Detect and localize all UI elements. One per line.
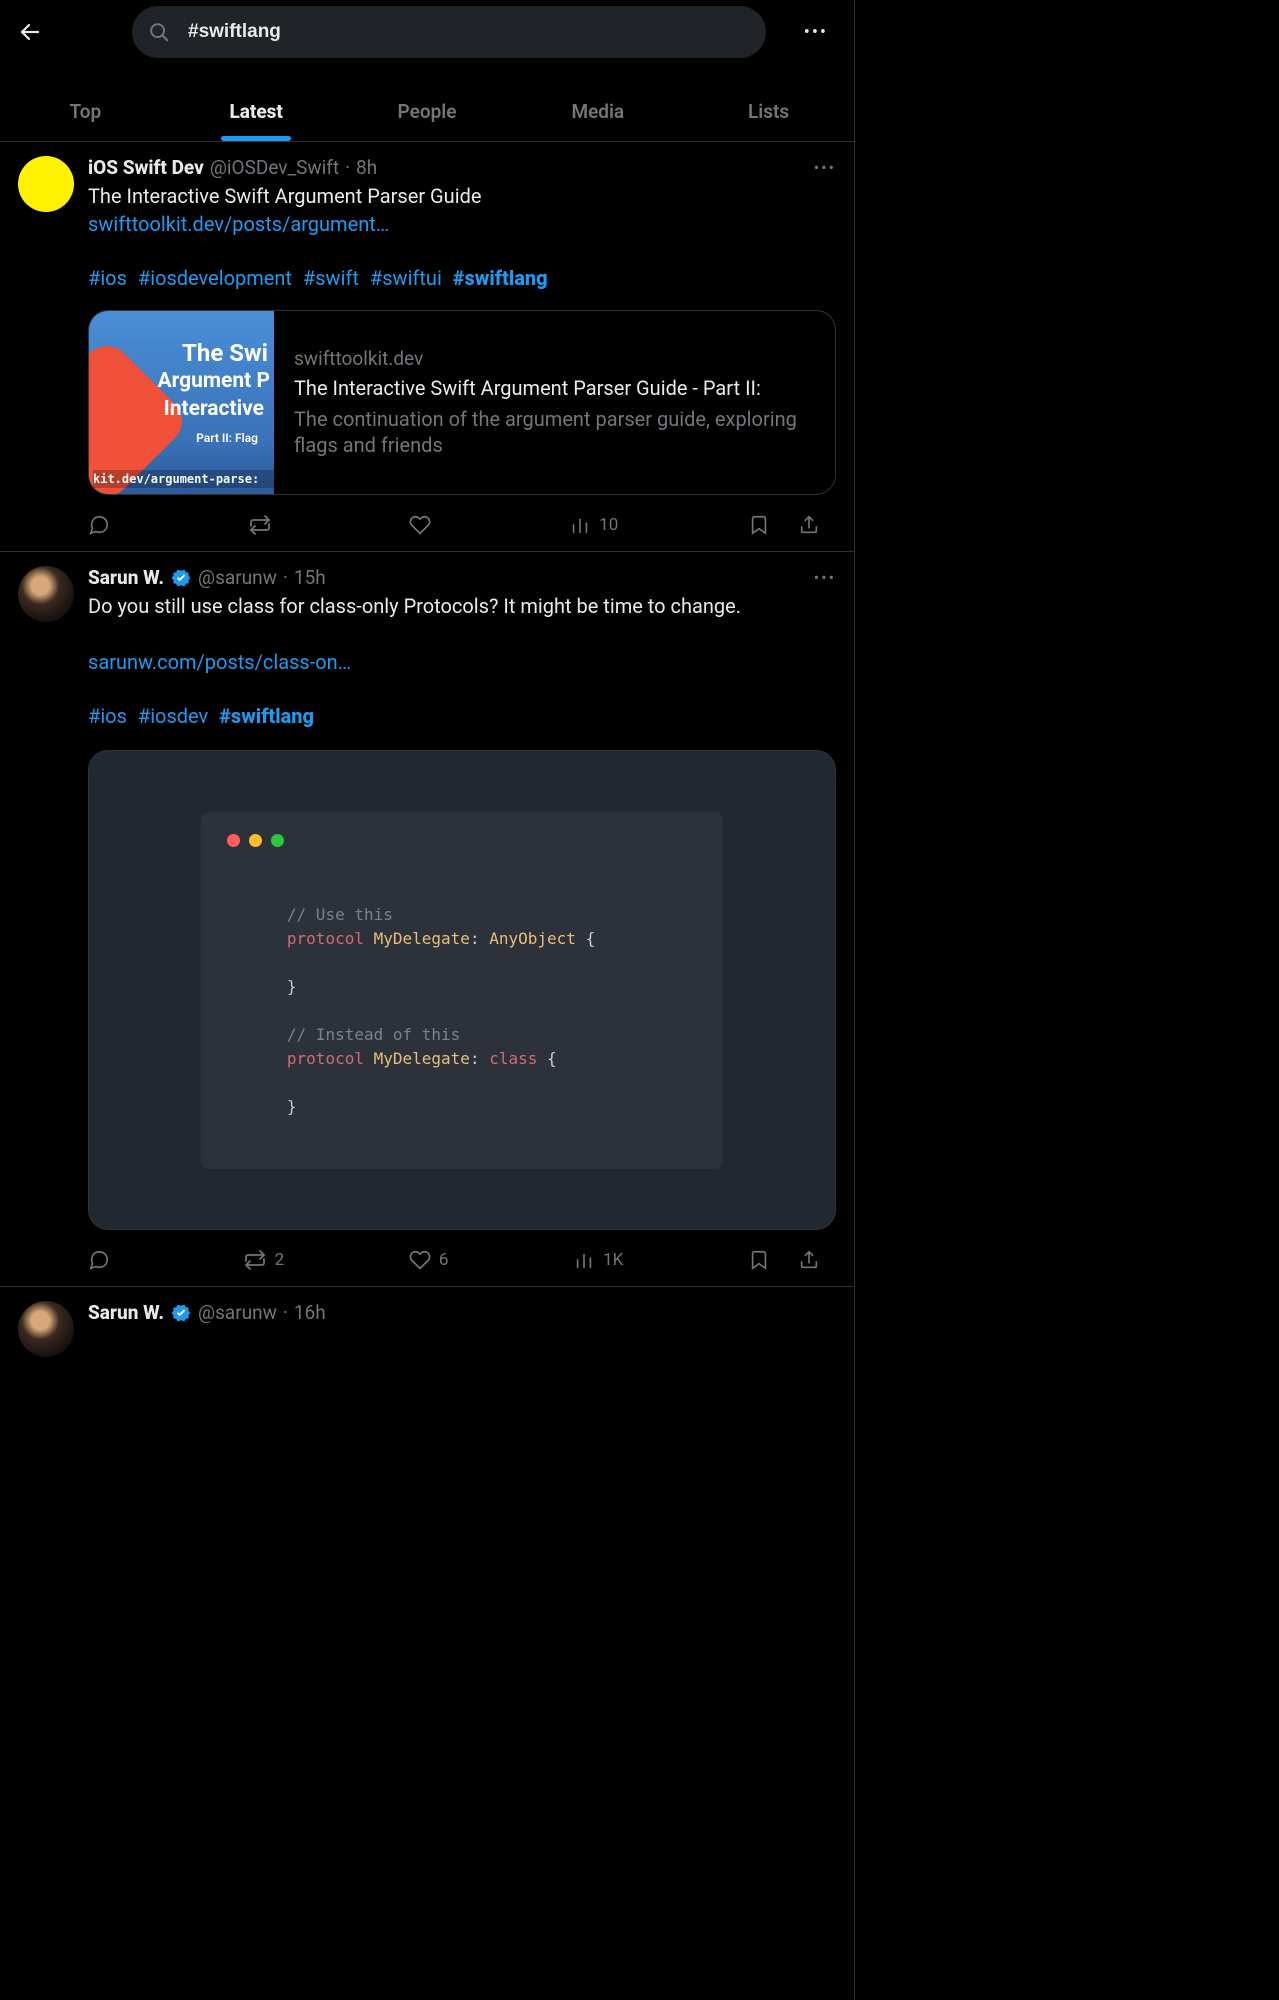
author-name[interactable]: iOS Swift Dev <box>88 156 204 179</box>
code-content: // Use this protocol MyDelegate: AnyObje… <box>287 903 697 1119</box>
tab-top[interactable]: Top <box>0 82 171 141</box>
heart-icon <box>409 514 431 536</box>
card-meta: swifttoolkit.dev The Interactive Swift A… <box>274 311 835 494</box>
search-input[interactable] <box>188 21 750 43</box>
tab-media[interactable]: Media <box>512 82 683 141</box>
share-icon <box>798 514 820 536</box>
retweet-icon <box>248 513 272 537</box>
reply-button[interactable] <box>88 1249 118 1271</box>
minimize-dot-icon <box>249 834 262 847</box>
hashtag[interactable]: #swift <box>303 266 359 290</box>
tweet-more-button[interactable]: ••• <box>814 158 836 177</box>
hashtag[interactable]: #swiftui <box>370 266 442 290</box>
hashtag[interactable]: #iosdev <box>138 704 208 728</box>
arrow-left-icon <box>18 20 42 44</box>
reply-icon <box>88 1249 110 1271</box>
tweet-actions: 2 6 1K <box>88 1248 828 1272</box>
maximize-dot-icon <box>271 834 284 847</box>
hashtag[interactable]: #swiftlang <box>219 704 314 728</box>
views-count: 1K <box>603 1250 623 1270</box>
tweet-header: Sarun W. @sarunw · 16h <box>88 1301 836 1324</box>
tweet-link[interactable]: swifttoolkit.dev/posts/argument… <box>88 212 389 236</box>
chart-icon <box>573 1249 595 1271</box>
bookmark-button[interactable] <box>748 514 770 536</box>
share-button[interactable] <box>798 514 820 536</box>
retweet-button[interactable]: 2 <box>243 1248 285 1272</box>
tweet-text: The Interactive Swift Argument Parser Gu… <box>88 183 836 210</box>
share-icon <box>798 1249 820 1271</box>
like-button[interactable] <box>409 514 439 536</box>
card-domain: swifttoolkit.dev <box>294 347 815 370</box>
search-header: ••• <box>0 0 854 64</box>
tweet-link[interactable]: sarunw.com/posts/class-on… <box>88 650 351 674</box>
card-thumbnail: The Swi Argument P Interactive Part II: … <box>89 311 274 494</box>
author-name[interactable]: Sarun W. <box>88 1301 164 1324</box>
hashtag[interactable]: #ios <box>88 266 127 290</box>
tweet-actions: 10 <box>88 513 828 537</box>
tweet-time[interactable]: 8h <box>356 156 377 179</box>
avatar[interactable] <box>18 566 74 622</box>
link-preview-card[interactable]: The Swi Argument P Interactive Part II: … <box>88 310 836 495</box>
tweet[interactable]: Sarun W. @sarunw · 15h ••• Do you still … <box>0 552 854 1287</box>
search-tabs: Top Latest People Media Lists <box>0 82 854 142</box>
back-button[interactable] <box>12 14 48 50</box>
tab-latest[interactable]: Latest <box>171 82 342 141</box>
retweet-button[interactable] <box>248 513 280 537</box>
reply-icon <box>88 514 110 536</box>
close-dot-icon <box>227 834 240 847</box>
retweet-count: 2 <box>275 1250 285 1270</box>
code-image[interactable]: // Use this protocol MyDelegate: AnyObje… <box>88 750 836 1230</box>
hashtag[interactable]: #iosdevelopment <box>138 266 292 290</box>
bookmark-icon <box>748 1249 770 1271</box>
card-title: The Interactive Swift Argument Parser Gu… <box>294 376 815 400</box>
verified-badge-icon <box>170 1302 192 1324</box>
tweet-time[interactable]: 15h <box>294 566 326 589</box>
reply-button[interactable] <box>88 514 118 536</box>
hashtag[interactable]: #swiftlang <box>453 266 548 290</box>
header-more-button[interactable]: ••• <box>790 22 842 43</box>
share-button[interactable] <box>798 1249 820 1271</box>
tweet[interactable]: iOS Swift Dev @iOSDev_Swift · 8h ••• The… <box>0 142 854 552</box>
tweet-header: Sarun W. @sarunw · 15h ••• <box>88 566 836 589</box>
avatar[interactable] <box>18 1301 74 1357</box>
chart-icon <box>569 514 591 536</box>
heart-icon <box>409 1249 431 1271</box>
search-box[interactable] <box>132 6 766 58</box>
tweet-time[interactable]: 16h <box>294 1301 326 1324</box>
tweet-header: iOS Swift Dev @iOSDev_Swift · 8h ••• <box>88 156 836 179</box>
views-button[interactable]: 1K <box>573 1249 623 1271</box>
author-name[interactable]: Sarun W. <box>88 566 164 589</box>
author-handle[interactable]: @sarunw <box>198 1301 277 1324</box>
bookmark-icon <box>748 514 770 536</box>
author-handle[interactable]: @iOSDev_Swift <box>210 156 339 179</box>
retweet-icon <box>243 1248 267 1272</box>
avatar[interactable] <box>18 156 74 212</box>
card-description: The continuation of the argument parser … <box>294 406 815 458</box>
like-count: 6 <box>439 1250 449 1270</box>
tweet[interactable]: Sarun W. @sarunw · 16h <box>0 1287 854 1371</box>
tab-lists[interactable]: Lists <box>683 82 854 141</box>
like-button[interactable]: 6 <box>409 1249 449 1271</box>
hashtags: #ios #iosdevelopment #swift #swiftui #sw… <box>88 264 836 292</box>
tweet-more-button[interactable]: ••• <box>814 568 836 587</box>
tweet-text: Do you still use class for class-only Pr… <box>88 593 836 620</box>
window-controls <box>227 834 697 847</box>
hashtag[interactable]: #ios <box>88 704 127 728</box>
bookmark-button[interactable] <box>748 1249 770 1271</box>
views-count: 10 <box>599 515 618 535</box>
search-icon <box>148 21 170 43</box>
code-window: // Use this protocol MyDelegate: AnyObje… <box>201 812 723 1169</box>
hashtags: #ios #iosdev #swiftlang <box>88 702 836 730</box>
verified-badge-icon <box>170 567 192 589</box>
author-handle[interactable]: @sarunw <box>198 566 277 589</box>
views-button[interactable]: 10 <box>569 514 618 536</box>
tab-people[interactable]: People <box>342 82 513 141</box>
